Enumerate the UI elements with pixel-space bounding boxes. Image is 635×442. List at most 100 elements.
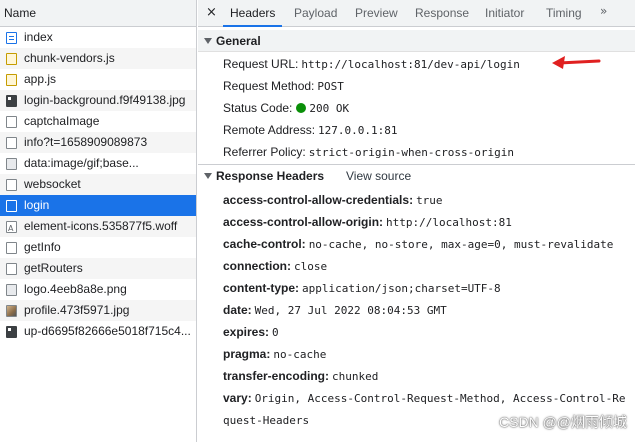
tab-payload[interactable]: Payload bbox=[294, 0, 337, 27]
tab-initiator[interactable]: Initiator bbox=[485, 0, 524, 27]
general-section-toggle[interactable]: General bbox=[198, 30, 635, 52]
header-key: expires: bbox=[223, 325, 270, 339]
header-value-continued[interactable]: quest-Headers bbox=[223, 414, 309, 427]
response-headers-title: Response Headers bbox=[216, 169, 325, 183]
image-icon bbox=[6, 95, 17, 107]
request-name: info?t=1658909089873 bbox=[24, 135, 148, 149]
tab-headers[interactable]: Headers bbox=[223, 0, 283, 27]
view-source-link[interactable]: View source bbox=[346, 165, 411, 187]
tab-timing[interactable]: Timing bbox=[546, 0, 582, 27]
header-value[interactable]: no-cache, no-store, max-age=0, must-reva… bbox=[309, 238, 614, 251]
referrer-policy-row: Referrer Policy: strict-origin-when-cross… bbox=[223, 141, 635, 163]
request-row-element-icons[interactable]: element-icons.535877f5.woff bbox=[0, 216, 196, 237]
red-arrow-icon bbox=[552, 56, 601, 69]
request-url-key: Request URL: bbox=[223, 57, 299, 71]
response-header-row: vary: Origin, Access-Control-Request-Meth… bbox=[223, 387, 635, 409]
request-row-get-info[interactable]: getInfo bbox=[0, 237, 196, 258]
request-row-logo[interactable]: logo.4eeb8a8e.png bbox=[0, 279, 196, 300]
request-url-value[interactable]: http://localhost:81/dev-api/login bbox=[301, 58, 520, 71]
request-row-login-background[interactable]: login-background.f9f49138.jpg bbox=[0, 90, 196, 111]
header-value[interactable]: Wed, 27 Jul 2022 08:04:53 GMT bbox=[255, 304, 447, 317]
header-value[interactable]: chunked bbox=[332, 370, 378, 383]
request-name: login-background.f9f49138.jpg bbox=[24, 93, 186, 107]
response-header-row: access-control-allow-credentials: true bbox=[223, 189, 635, 211]
request-row-index[interactable]: index bbox=[0, 27, 196, 48]
header-key: cache-control: bbox=[223, 237, 306, 251]
header-key: date: bbox=[223, 303, 252, 317]
header-value[interactable]: http://localhost:81 bbox=[386, 216, 512, 229]
referrer-policy-value[interactable]: strict-origin-when-cross-origin bbox=[309, 146, 514, 159]
status-code-value[interactable]: 200 OK bbox=[309, 102, 349, 115]
request-name: logo.4eeb8a8e.png bbox=[24, 282, 127, 296]
header-value[interactable]: application/json;charset=UTF-8 bbox=[302, 282, 501, 295]
request-name: index bbox=[24, 30, 53, 44]
request-list-panel: Name index chunk-vendors.js app.js login… bbox=[0, 0, 197, 442]
request-row-app-js[interactable]: app.js bbox=[0, 69, 196, 90]
request-row-captcha-image[interactable]: captchaImage bbox=[0, 111, 196, 132]
request-row-info[interactable]: info?t=1658909089873 bbox=[0, 132, 196, 153]
remote-address-key: Remote Address: bbox=[223, 123, 316, 137]
response-header-row: date: Wed, 27 Jul 2022 08:04:53 GMT bbox=[223, 299, 635, 321]
request-row-websocket[interactable]: websocket bbox=[0, 174, 196, 195]
header-key: content-type: bbox=[223, 281, 299, 295]
request-method-value[interactable]: POST bbox=[317, 80, 344, 93]
script-icon bbox=[6, 53, 17, 65]
response-header-rows: access-control-allow-credentials: true ac… bbox=[198, 186, 635, 431]
request-name: profile.473f5971.jpg bbox=[24, 303, 130, 317]
close-icon[interactable]: × bbox=[206, 5, 217, 20]
request-name: captchaImage bbox=[24, 114, 100, 128]
file-icon bbox=[6, 200, 17, 212]
header-key: pragma: bbox=[223, 347, 271, 361]
response-header-row: transfer-encoding: chunked bbox=[223, 365, 635, 387]
script-icon bbox=[6, 74, 17, 86]
request-row-login[interactable]: login bbox=[0, 195, 196, 216]
request-name: element-icons.535877f5.woff bbox=[24, 219, 178, 233]
request-name: data:image/gif;base... bbox=[24, 156, 139, 170]
remote-address-row: Remote Address: 127.0.0.1:81 bbox=[223, 119, 635, 141]
request-list: index chunk-vendors.js app.js login-back… bbox=[0, 27, 196, 342]
request-method-key: Request Method: bbox=[223, 79, 315, 93]
file-icon bbox=[6, 242, 17, 254]
request-name: websocket bbox=[24, 177, 81, 191]
more-tabs-icon[interactable]: » bbox=[600, 4, 607, 18]
image-icon bbox=[6, 158, 17, 170]
name-column-header[interactable]: Name bbox=[0, 0, 196, 27]
image-icon bbox=[6, 326, 17, 338]
header-value[interactable]: 0 bbox=[272, 326, 279, 339]
watermark: CSDN @@烟雨倾城 bbox=[499, 414, 627, 430]
request-name: login bbox=[24, 198, 50, 212]
file-icon bbox=[6, 116, 17, 128]
general-rows: Request URL: http://localhost:81/dev-api/… bbox=[198, 52, 635, 163]
response-header-row: pragma: no-cache bbox=[223, 343, 635, 365]
remote-address-value[interactable]: 127.0.0.1:81 bbox=[318, 124, 397, 137]
header-value[interactable]: no-cache bbox=[273, 348, 326, 361]
header-key: access-control-allow-origin: bbox=[223, 215, 384, 229]
response-header-row: expires: 0 bbox=[223, 321, 635, 343]
header-value[interactable]: true bbox=[416, 194, 443, 207]
response-header-row: connection: close bbox=[223, 255, 635, 277]
request-row-profile[interactable]: profile.473f5971.jpg bbox=[0, 300, 196, 321]
triangle-down-icon bbox=[204, 173, 212, 179]
file-icon bbox=[6, 263, 17, 275]
document-icon bbox=[6, 32, 17, 44]
status-ok-icon bbox=[296, 103, 307, 113]
header-key: transfer-encoding: bbox=[223, 369, 330, 383]
response-headers-section-toggle[interactable]: Response Headers View source bbox=[198, 164, 635, 186]
request-row-data-gif[interactable]: data:image/gif;base... bbox=[0, 153, 196, 174]
response-header-row: cache-control: no-cache, no-store, max-ag… bbox=[223, 233, 635, 255]
header-value[interactable]: Origin, Access-Control-Request-Method, A… bbox=[255, 392, 626, 405]
triangle-down-icon bbox=[204, 38, 212, 44]
response-header-row: access-control-allow-origin: http://local… bbox=[223, 211, 635, 233]
header-value[interactable]: close bbox=[294, 260, 327, 273]
tab-preview[interactable]: Preview bbox=[355, 0, 398, 27]
request-row-get-routers[interactable]: getRouters bbox=[0, 258, 196, 279]
request-row-up-image[interactable]: up-d6695f82666e5018f715c4... bbox=[0, 321, 196, 342]
file-icon bbox=[6, 137, 17, 149]
request-detail-panel: × Headers Payload Preview Response Initi… bbox=[198, 0, 635, 442]
request-name: app.js bbox=[24, 72, 57, 86]
tab-response[interactable]: Response bbox=[415, 0, 469, 27]
general-section-title: General bbox=[216, 34, 261, 48]
request-row-chunk-vendors[interactable]: chunk-vendors.js bbox=[0, 48, 196, 69]
image-icon bbox=[6, 284, 17, 296]
file-icon bbox=[6, 179, 17, 191]
